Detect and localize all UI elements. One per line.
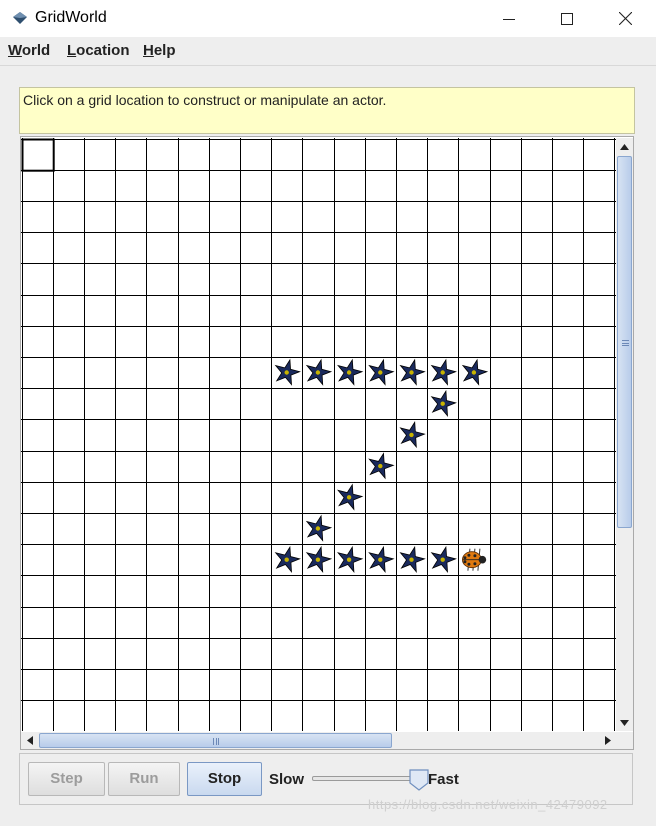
bug-icon	[461, 548, 487, 571]
flower-center	[284, 370, 289, 375]
close-button[interactable]	[596, 0, 654, 37]
grip-icon	[213, 738, 219, 745]
menu-bar: World Location Help	[0, 37, 656, 65]
stop-button[interactable]: Stop	[187, 762, 262, 796]
flower-icon	[368, 452, 395, 480]
maximize-button[interactable]	[538, 0, 596, 37]
bug-spot	[463, 556, 467, 560]
flower-icon	[305, 358, 333, 386]
flower-icon	[430, 389, 457, 417]
bug-spot	[473, 554, 477, 558]
flower-center	[440, 370, 445, 375]
flower-center	[284, 557, 289, 562]
flower-icon	[461, 358, 489, 386]
menu-separator	[0, 65, 656, 66]
grip-icon	[622, 340, 629, 346]
close-icon	[618, 12, 632, 25]
flower-icon	[368, 545, 395, 573]
flower-icon	[430, 358, 457, 386]
bug-spot	[473, 562, 477, 566]
run-button[interactable]: Run	[108, 762, 180, 796]
menu-location[interactable]: Location	[67, 42, 130, 59]
maximize-icon	[561, 12, 573, 25]
flower-icon	[274, 545, 301, 573]
bug-spot	[467, 562, 471, 566]
horizontal-scroll-thumb[interactable]	[39, 733, 392, 748]
flower-icon	[274, 358, 301, 386]
flower-center	[346, 557, 352, 562]
scrollbar-corner	[616, 732, 633, 749]
step-button[interactable]: Step	[28, 762, 105, 796]
window-title: GridWorld	[35, 9, 107, 26]
flower-icon	[337, 358, 364, 386]
flower-center	[440, 401, 445, 406]
grid-world[interactable]	[21, 138, 616, 731]
scroll-up-button[interactable]	[616, 138, 633, 155]
arrow-right-icon	[604, 736, 611, 745]
selected-cell	[21, 138, 55, 172]
flower-center	[409, 432, 414, 438]
horizontal-scrollbar[interactable]	[21, 732, 616, 749]
vertical-scrollbar[interactable]	[616, 138, 633, 731]
arrow-down-icon	[620, 719, 629, 726]
flower-center	[315, 370, 321, 375]
message-area: Click on a grid location to construct or…	[19, 87, 635, 134]
bug-spot	[463, 560, 467, 564]
flower-center	[315, 526, 321, 531]
fast-label: Fast	[428, 771, 459, 788]
minimize-icon	[503, 18, 515, 20]
vertical-scroll-thumb[interactable]	[617, 156, 632, 528]
flower-icon	[305, 545, 333, 573]
arrow-left-icon	[26, 736, 33, 745]
arrow-up-icon	[620, 143, 629, 150]
flower-center	[471, 370, 477, 375]
flower-center	[378, 557, 383, 562]
slow-label: Slow	[269, 771, 305, 788]
flower-center	[440, 557, 445, 562]
flower-center	[378, 463, 383, 469]
bug-spot	[467, 553, 471, 557]
flower-icon	[399, 421, 426, 449]
gridworld-diamond-icon	[13, 12, 27, 24]
menu-world[interactable]: World	[8, 42, 50, 59]
scroll-left-button[interactable]	[21, 732, 38, 749]
flower-icon	[399, 545, 426, 573]
watermark-text: https://blog.csdn.net/weixin_42479092	[368, 797, 608, 812]
flower-center	[346, 495, 352, 500]
title-bar: GridWorld	[0, 0, 656, 37]
flower-center	[378, 370, 383, 375]
minimize-button[interactable]	[480, 0, 538, 37]
flower-center	[346, 370, 352, 375]
flower-icon	[337, 483, 364, 511]
scroll-down-button[interactable]	[616, 714, 633, 731]
flower-center	[409, 370, 414, 375]
message-text: Click on a grid location to construct or…	[23, 92, 387, 108]
flower-icon	[430, 545, 457, 573]
flower-icon	[305, 514, 333, 542]
menu-help[interactable]: Help	[143, 42, 176, 59]
scroll-right-button[interactable]	[599, 732, 616, 749]
flower-icon	[399, 358, 426, 386]
flower-center	[409, 557, 414, 562]
speed-slider-thumb[interactable]	[409, 769, 429, 791]
flower-center	[315, 557, 321, 562]
flower-icon	[368, 358, 395, 386]
flower-icon	[337, 545, 364, 573]
